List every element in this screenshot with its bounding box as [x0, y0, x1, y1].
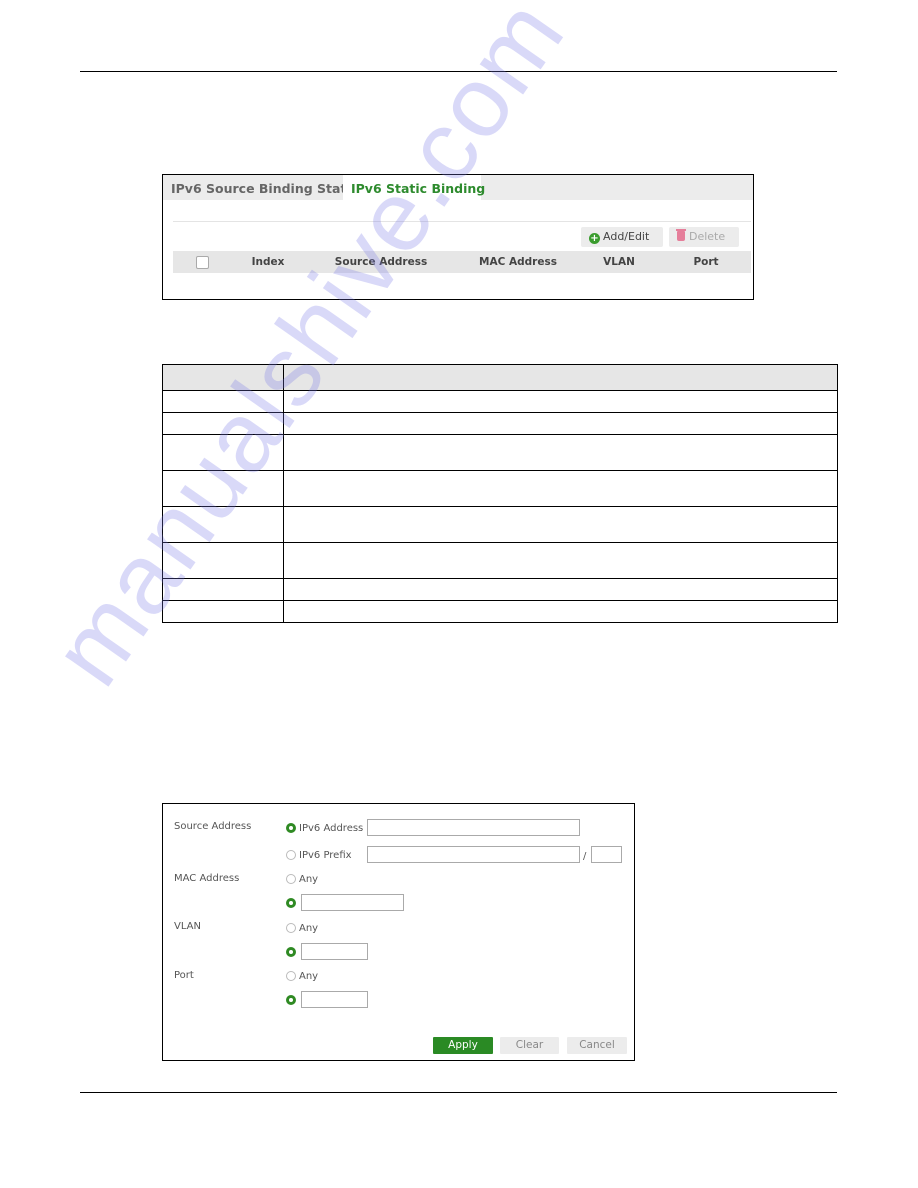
- column-source-address[interactable]: Source Address: [335, 251, 427, 273]
- cancel-button[interactable]: Cancel: [567, 1037, 627, 1054]
- table-cell-description: [283, 578, 838, 601]
- ipv6-address-radio[interactable]: [286, 823, 296, 833]
- add-edit-button[interactable]: + Add/Edit: [581, 227, 663, 247]
- delete-label: Delete: [689, 230, 726, 243]
- field-description-table: [162, 364, 838, 623]
- delete-button[interactable]: Delete: [669, 227, 739, 247]
- mac-address-label: MAC Address: [174, 873, 240, 884]
- vlan-any-radio[interactable]: [286, 923, 296, 933]
- source-address-label: Source Address: [174, 821, 252, 832]
- mac-any-option[interactable]: Any: [286, 873, 318, 887]
- mac-any-label: Any: [299, 874, 319, 885]
- binding-table-header: Index Source Address MAC Address VLAN Po…: [173, 251, 751, 273]
- port-input[interactable]: [301, 991, 368, 1008]
- port-specific-option[interactable]: [286, 994, 299, 1008]
- prefix-separator: /: [583, 851, 587, 862]
- vlan-input[interactable]: [301, 943, 368, 960]
- table-row: [162, 578, 838, 601]
- mac-specific-option[interactable]: [286, 897, 299, 911]
- mac-specific-radio[interactable]: [286, 898, 296, 908]
- ipv6-address-option[interactable]: IPv6 Address: [286, 822, 363, 836]
- table-row: [162, 542, 838, 579]
- vlan-specific-radio[interactable]: [286, 947, 296, 957]
- vlan-label: VLAN: [174, 921, 201, 932]
- port-any-label: Any: [299, 971, 319, 982]
- prefix-length-input[interactable]: [591, 846, 622, 863]
- mac-any-radio[interactable]: [286, 874, 296, 884]
- clear-button[interactable]: Clear: [500, 1037, 559, 1054]
- add-edit-label: Add/Edit: [603, 230, 650, 243]
- table-cell-description: [283, 470, 838, 507]
- static-binding-add-edit-form: Source Address IPv6 Address IPv6 Prefix …: [162, 803, 635, 1061]
- table-cell-description: [283, 506, 838, 543]
- header-rule: [80, 71, 837, 72]
- plus-circle-icon: +: [589, 233, 600, 244]
- table-cell-label: [162, 390, 284, 413]
- label-column-header: [162, 364, 284, 391]
- tab-ipv6-source-binding-status[interactable]: IPv6 Source Binding Status: [163, 175, 371, 200]
- tab-ipv6-static-binding[interactable]: IPv6 Static Binding: [343, 175, 485, 201]
- column-index[interactable]: Index: [252, 251, 285, 273]
- ipv6-static-binding-panel: IPv6 Source Binding Status IPv6 Static B…: [162, 174, 754, 300]
- vlan-any-label: Any: [299, 923, 319, 934]
- port-label: Port: [174, 970, 194, 981]
- ipv6-prefix-input[interactable]: [367, 846, 580, 863]
- table-row: [162, 390, 838, 413]
- port-specific-radio[interactable]: [286, 995, 296, 1005]
- table-row: [162, 470, 838, 507]
- port-any-option[interactable]: Any: [286, 970, 318, 984]
- table-cell-label: [162, 506, 284, 543]
- vlan-any-option[interactable]: Any: [286, 922, 318, 936]
- table-cell-description: [283, 434, 838, 471]
- port-any-radio[interactable]: [286, 971, 296, 981]
- ipv6-address-input[interactable]: [367, 819, 580, 836]
- table-cell-description: [283, 542, 838, 579]
- table-cell-description: [283, 600, 838, 623]
- ipv6-address-option-label: IPv6 Address: [299, 823, 364, 834]
- tab-strip: IPv6 Source Binding Status IPv6 Static B…: [163, 175, 753, 201]
- apply-button[interactable]: Apply: [433, 1037, 493, 1054]
- table-cell-label: [162, 578, 284, 601]
- table-cell-label: [162, 542, 284, 579]
- table-row: [162, 600, 838, 623]
- trash-icon: [676, 229, 686, 241]
- ipv6-prefix-radio[interactable]: [286, 850, 296, 860]
- table-row: [162, 506, 838, 543]
- column-mac-address[interactable]: MAC Address: [479, 251, 557, 273]
- select-all-checkbox[interactable]: [196, 256, 209, 269]
- table-cell-label: [162, 470, 284, 507]
- vlan-specific-option[interactable]: [286, 946, 299, 960]
- table-cell-description: [283, 412, 838, 435]
- table-cell-label: [162, 600, 284, 623]
- footer-rule: [80, 1092, 837, 1093]
- description-column-header: [283, 364, 838, 391]
- table-header-row: [162, 364, 838, 391]
- table-cell-label: [162, 412, 284, 435]
- table-row: [162, 434, 838, 471]
- column-port[interactable]: Port: [693, 251, 718, 273]
- table-row: [162, 412, 838, 435]
- table-cell-label: [162, 434, 284, 471]
- binding-table-area: + Add/Edit Delete Index Source Address MA…: [173, 221, 751, 273]
- ipv6-prefix-option-label: IPv6 Prefix: [299, 850, 352, 861]
- ipv6-prefix-option[interactable]: IPv6 Prefix: [286, 849, 352, 863]
- column-vlan[interactable]: VLAN: [603, 251, 635, 273]
- mac-address-input[interactable]: [301, 894, 404, 911]
- table-cell-description: [283, 390, 838, 413]
